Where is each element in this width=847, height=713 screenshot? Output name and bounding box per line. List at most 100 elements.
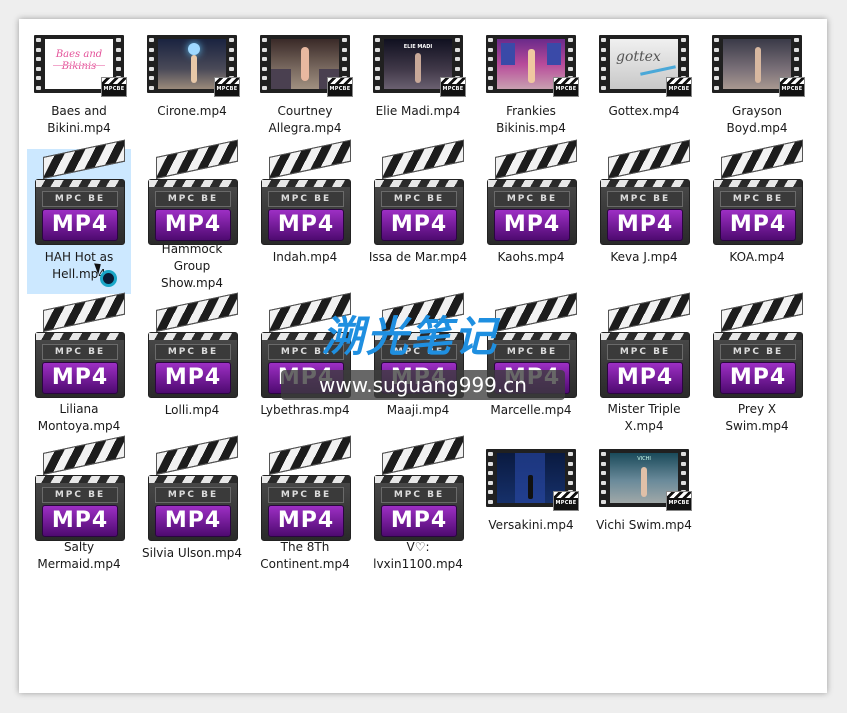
clapper-format-text: MP4 xyxy=(381,209,457,241)
file-name-label: Mister Triple X.mp4 xyxy=(607,402,681,433)
file-item[interactable]: MPC BE MP4 Prey X Swim.mp4 xyxy=(705,292,809,437)
video-thumbnail-icon: MPCBE xyxy=(257,35,353,99)
file-item[interactable]: ELIE MADI MPCBE Elie Madi.mp4 xyxy=(366,31,470,141)
mpcbe-badge-icon: MPCBE xyxy=(666,491,692,511)
clapper-band-text: MPC BE xyxy=(268,487,344,503)
clapper-band-text: MPC BE xyxy=(42,191,118,207)
clapper-format-text: MP4 xyxy=(607,362,683,394)
mpc-be-mp4-clapper-icon: MPC BE MP4 xyxy=(144,435,240,541)
file-name-label: Maaji.mp4 xyxy=(386,403,450,417)
file-name-label: Liliana Montoya.mp4 xyxy=(37,402,121,433)
clapper-band-text: MPC BE xyxy=(607,344,683,360)
file-item[interactable]: MPC BE MP4 Mister Triple X.mp4 xyxy=(592,292,696,437)
clapper-format-text: MP4 xyxy=(268,505,344,537)
mpc-be-mp4-clapper-icon: MPC BE MP4 xyxy=(144,139,240,245)
clapper-format-text: MP4 xyxy=(494,209,570,241)
clapper-band-text: MPC BE xyxy=(268,191,344,207)
thumb-caption: VICHI xyxy=(637,456,651,462)
file-name-label: Vichi Swim.mp4 xyxy=(596,518,692,532)
watermark-url: www.suguang999.cn xyxy=(281,370,565,400)
video-thumbnail-icon: MPCBE xyxy=(483,449,579,513)
file-item[interactable]: MPCBE Frankies Bikinis.mp4 xyxy=(479,31,583,141)
clapper-band-text: MPC BE xyxy=(42,344,118,360)
file-item[interactable]: gottex MPCBE Gottex.mp4 xyxy=(592,31,696,141)
file-item[interactable]: MPC BE MP4 HAH Hot as Hell.mp4 xyxy=(27,139,131,294)
mpc-be-mp4-clapper-icon: MPC BE MP4 xyxy=(709,139,805,245)
mpc-be-mp4-clapper-icon: MPC BE MP4 xyxy=(144,292,240,398)
mpc-be-mp4-clapper-icon: MPC BE MP4 xyxy=(257,435,353,541)
file-item[interactable]: MPC BE MP4 Indah.mp4 xyxy=(253,139,357,294)
clapper-band-text: MPC BE xyxy=(720,191,796,207)
mpcbe-badge-icon: MPCBE xyxy=(779,77,805,97)
thumb-caption: Baes and Bikinis xyxy=(55,49,103,72)
clapper-format-text: MP4 xyxy=(720,362,796,394)
file-item[interactable]: VICHI MPCBE Vichi Swim.mp4 xyxy=(592,445,696,575)
file-name-label: Prey X Swim.mp4 xyxy=(725,402,789,433)
file-name-label: KOA.mp4 xyxy=(729,250,785,264)
file-item[interactable]: MPC BE MP4 The 8Th Continent.mp4 xyxy=(253,435,357,575)
file-item[interactable]: Baes and Bikinis MPCBE Baes and Bikini.mp4 xyxy=(27,31,131,141)
file-name-label: Baes and Bikini.mp4 xyxy=(47,104,111,135)
mpc-be-mp4-clapper-icon: MPC BE MP4 xyxy=(31,435,127,541)
mpcbe-badge-icon: MPCBE xyxy=(666,77,692,97)
file-name-label: Indah.mp4 xyxy=(272,250,338,264)
clapper-format-text: MP4 xyxy=(381,505,457,537)
clapper-format-text: MP4 xyxy=(155,209,231,241)
file-item[interactable]: MPC BE MP4 Issa de Mar.mp4 xyxy=(366,139,470,294)
file-item[interactable]: MPC BE MP4 Hammock Group Show.mp4 xyxy=(140,139,244,294)
file-item[interactable]: MPCBE Versakini.mp4 xyxy=(479,445,583,575)
file-item[interactable]: MPC BE MP4 Kaohs.mp4 xyxy=(479,139,583,294)
file-name-label: Keva J.mp4 xyxy=(610,250,678,264)
file-name-label: Salty Mermaid.mp4 xyxy=(37,540,121,571)
file-name-label: Elie Madi.mp4 xyxy=(375,104,461,118)
mpc-be-mp4-clapper-icon: MPC BE MP4 xyxy=(709,292,805,398)
busy-cursor-icon xyxy=(100,270,117,287)
file-item[interactable]: MPC BE MP4 Liliana Montoya.mp4 xyxy=(27,292,131,437)
video-thumbnail-icon: VICHI MPCBE xyxy=(596,449,692,513)
mpc-be-mp4-clapper-icon: MPC BE MP4 xyxy=(31,292,127,398)
file-name-label: Gottex.mp4 xyxy=(608,104,680,118)
mpc-be-mp4-clapper-icon: MPC BE MP4 xyxy=(370,139,466,245)
video-thumbnail-icon: ELIE MADI MPCBE xyxy=(370,35,466,99)
clapper-format-text: MP4 xyxy=(42,362,118,394)
clapper-format-text: MP4 xyxy=(155,362,231,394)
clapper-band-text: MPC BE xyxy=(607,191,683,207)
clapper-band-text: MPC BE xyxy=(494,344,570,360)
clapper-band-text: MPC BE xyxy=(42,487,118,503)
clapper-band-text: MPC BE xyxy=(381,487,457,503)
mpc-be-mp4-clapper-icon: MPC BE MP4 xyxy=(31,139,127,245)
file-item[interactable]: MPCBE Cirone.mp4 xyxy=(140,31,244,141)
watermark-logo: 溯光笔记 xyxy=(322,312,499,361)
file-name-label: Grayson Boyd.mp4 xyxy=(726,104,788,135)
file-name-label: Issa de Mar.mp4 xyxy=(368,250,468,264)
file-item[interactable]: MPC BE MP4 Lolli.mp4 xyxy=(140,292,244,437)
mpc-be-mp4-clapper-icon: MPC BE MP4 xyxy=(257,139,353,245)
file-name-label: V♡: lvxin1100.mp4 xyxy=(373,540,463,571)
mpc-be-mp4-clapper-icon: MPC BE MP4 xyxy=(370,435,466,541)
clapper-band-text: MPC BE xyxy=(720,344,796,360)
mpcbe-badge-icon: MPCBE xyxy=(327,77,353,97)
file-item[interactable]: MPC BE MP4 Keva J.mp4 xyxy=(592,139,696,294)
file-item[interactable]: MPC BE MP4 Salty Mermaid.mp4 xyxy=(27,435,131,575)
file-name-label: Lybethras.mp4 xyxy=(260,403,350,417)
clapper-band-text: MPC BE xyxy=(494,191,570,207)
video-thumbnail-icon: Baes and Bikinis MPCBE xyxy=(31,35,127,99)
thumb-caption: gottex xyxy=(616,49,661,65)
file-item[interactable]: MPC BE MP4 Silvia Ulson.mp4 xyxy=(140,435,244,575)
mpcbe-badge-icon: MPCBE xyxy=(214,77,240,97)
mpcbe-badge-icon: MPCBE xyxy=(440,77,466,97)
file-item[interactable]: MPC BE MP4 V♡: lvxin1100.mp4 xyxy=(366,435,470,575)
file-name-label: Courtney Allegra.mp4 xyxy=(268,104,342,135)
video-thumbnail-icon: gottex MPCBE xyxy=(596,35,692,99)
mpc-be-mp4-clapper-icon: MPC BE MP4 xyxy=(596,292,692,398)
file-item[interactable]: MPCBE Courtney Allegra.mp4 xyxy=(253,31,357,141)
file-name-label: Marcelle.mp4 xyxy=(490,403,572,417)
file-name-label: Frankies Bikinis.mp4 xyxy=(496,104,566,135)
file-item[interactable]: MPCBE Grayson Boyd.mp4 xyxy=(705,31,809,141)
clapper-format-text: MP4 xyxy=(720,209,796,241)
file-name-label: Lolli.mp4 xyxy=(164,403,220,417)
file-item[interactable]: MPC BE MP4 KOA.mp4 xyxy=(705,139,809,294)
clapper-band-text: MPC BE xyxy=(381,191,457,207)
file-name-label: Versakini.mp4 xyxy=(488,518,574,532)
clapper-format-text: MP4 xyxy=(42,505,118,537)
